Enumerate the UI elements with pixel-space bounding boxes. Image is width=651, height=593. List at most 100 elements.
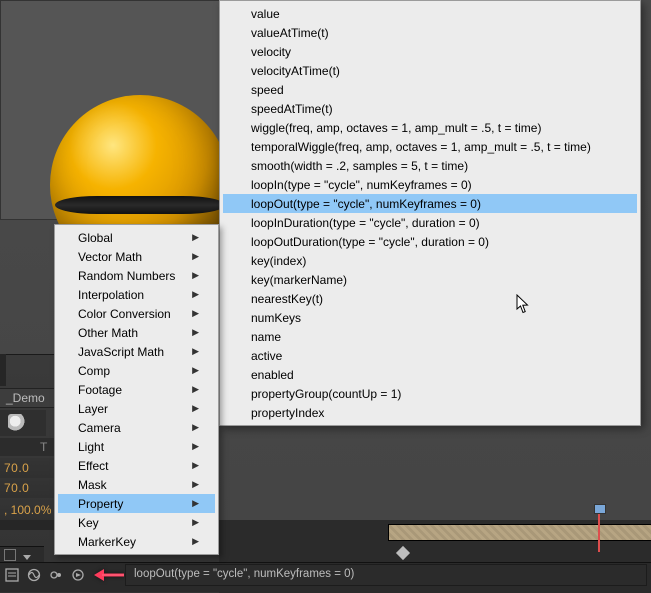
submenu-item[interactable]: speed	[223, 80, 637, 99]
menu-item-label: Layer	[78, 402, 108, 416]
submenu-item[interactable]: key(markerName)	[223, 270, 637, 289]
submenu-item-label: loopInDuration(type = "cycle", duration …	[251, 216, 480, 230]
submenu-arrow-icon: ▶	[192, 232, 199, 243]
menu-item-label: Comp	[78, 364, 110, 378]
submenu-item[interactable]: key(index)	[223, 251, 637, 270]
submenu-item-label: enabled	[251, 368, 294, 382]
submenu-item[interactable]: velocity	[223, 42, 637, 61]
annotation-arrow-icon	[92, 566, 126, 584]
menu-item-camera[interactable]: Camera▶	[58, 418, 215, 437]
submenu-item-label: loopOutDuration(type = "cycle", duration…	[251, 235, 489, 249]
submenu-property: value valueAtTime(t) velocity velocityAtTim…	[219, 0, 641, 426]
submenu-item[interactable]: smooth(width = .2, samples = 5, t = time…	[223, 156, 637, 175]
menu-item-interpolation[interactable]: Interpolation▶	[58, 285, 215, 304]
submenu-arrow-icon: ▶	[192, 460, 199, 471]
menu-item-light[interactable]: Light▶	[58, 437, 215, 456]
menu-item-color-conversion[interactable]: Color Conversion▶	[58, 304, 215, 323]
menu-item-label: Global	[78, 231, 113, 245]
menu-item-property[interactable]: Property▶	[58, 494, 215, 513]
expression-language-menu: Global▶Vector Math▶Random Numbers▶Interp…	[54, 224, 219, 555]
menu-item-javascript-math[interactable]: JavaScript Math▶	[58, 342, 215, 361]
property-value-row-2[interactable]: 70.0	[0, 478, 54, 498]
toggle-switches-box[interactable]	[4, 549, 16, 561]
dropdown-icon[interactable]	[23, 550, 31, 558]
submenu-item-label: numKeys	[251, 311, 301, 325]
menu-item-label: Effect	[78, 459, 108, 473]
submenu-item[interactable]: temporalWiggle(freq, amp, octaves = 1, a…	[223, 137, 637, 156]
menu-item-layer[interactable]: Layer▶	[58, 399, 215, 418]
submenu-item-label: propertyGroup(countUp = 1)	[251, 387, 401, 401]
submenu-arrow-icon: ▶	[192, 422, 199, 433]
submenu-item-label: key(markerName)	[251, 273, 347, 287]
menu-item-label: Random Numbers	[78, 269, 175, 283]
property-value-row-3[interactable]: , 100.0%	[0, 498, 54, 522]
menu-item-mask[interactable]: Mask ▶	[58, 475, 215, 494]
expression-graph-icon[interactable]	[26, 567, 42, 583]
submenu-item-label: speed	[251, 83, 284, 97]
submenu-item-label: active	[251, 349, 282, 363]
menu-item-footage[interactable]: Footage▶	[58, 380, 215, 399]
submenu-item[interactable]: name	[223, 327, 637, 346]
submenu-item[interactable]: speedAtTime(t)	[223, 99, 637, 118]
menu-item-label: Color Conversion	[78, 307, 171, 321]
submenu-item-label: wiggle(freq, amp, octaves = 1, amp_mult …	[251, 121, 541, 135]
menu-item-label: Key	[78, 516, 99, 530]
timeline-tab[interactable]: _Demo	[0, 388, 56, 408]
submenu-item[interactable]: loopOut(type = "cycle", numKeyframes = 0…	[223, 194, 637, 213]
submenu-arrow-icon: ▶	[192, 289, 199, 300]
menu-item-vector-math[interactable]: Vector Math ▶	[58, 247, 215, 266]
submenu-item-label: propertyIndex	[251, 406, 324, 420]
submenu-arrow-icon: ▶	[192, 327, 199, 338]
submenu-item[interactable]: numKeys	[223, 308, 637, 327]
submenu-item-label: velocityAtTime(t)	[251, 64, 340, 78]
submenu-item-label: speedAtTime(t)	[251, 102, 333, 116]
submenu-item-label: loopIn(type = "cycle", numKeyframes = 0)	[251, 178, 472, 192]
submenu-arrow-icon: ▶	[192, 365, 199, 376]
submenu-arrow-icon: ▶	[192, 479, 199, 490]
submenu-item-label: valueAtTime(t)	[251, 26, 329, 40]
panel-edge	[0, 354, 6, 386]
menu-item-label: Light	[78, 440, 104, 454]
submenu-arrow-icon: ▶	[192, 346, 199, 357]
menu-item-key[interactable]: Key▶	[58, 513, 215, 532]
submenu-arrow-icon: ▶	[192, 251, 199, 262]
menu-item-label: Vector Math	[78, 250, 142, 264]
submenu-item-label: nearestKey(t)	[251, 292, 323, 306]
brush-icon[interactable]	[8, 414, 26, 432]
current-time-indicator[interactable]	[598, 508, 600, 552]
submenu-item-label: loopOut(type = "cycle", numKeyframes = 0…	[251, 197, 481, 211]
expression-input[interactable]: loopOut(type = "cycle", numKeyframes = 0…	[125, 564, 647, 586]
submenu-item[interactable]: active	[223, 346, 637, 365]
menu-item-label: Mask	[78, 478, 107, 492]
submenu-item-label: value	[251, 7, 280, 21]
menu-item-markerkey[interactable]: MarkerKey▶	[58, 532, 215, 551]
expression-language-menu-icon[interactable]	[70, 567, 86, 583]
menu-item-random-numbers[interactable]: Random Numbers▶	[58, 266, 215, 285]
submenu-item[interactable]: propertyGroup(countUp = 1)	[223, 384, 637, 403]
submenu-item[interactable]: valueAtTime(t)	[223, 23, 637, 42]
submenu-item-label: name	[251, 330, 281, 344]
submenu-arrow-icon: ▶	[192, 536, 199, 547]
menu-item-global[interactable]: Global ▶	[58, 228, 215, 247]
submenu-item[interactable]: loopInDuration(type = "cycle", duration …	[223, 213, 637, 232]
menu-item-label: Other Math	[78, 326, 138, 340]
submenu-item[interactable]: loopIn(type = "cycle", numKeyframes = 0)	[223, 175, 637, 194]
menu-item-comp[interactable]: Comp ▶	[58, 361, 215, 380]
expression-toggle-icon[interactable]	[4, 567, 20, 583]
submenu-item[interactable]: loopOutDuration(type = "cycle", duration…	[223, 232, 637, 251]
submenu-item[interactable]: propertyIndex	[223, 403, 637, 422]
submenu-item-label: smooth(width = .2, samples = 5, t = time…	[251, 159, 468, 173]
submenu-item[interactable]: enabled	[223, 365, 637, 384]
submenu-item[interactable]: velocityAtTime(t)	[223, 61, 637, 80]
expression-controls	[0, 566, 126, 584]
layer-duration-bar[interactable]	[388, 524, 651, 541]
submenu-item[interactable]: nearestKey(t)	[223, 289, 637, 308]
property-value-row-1[interactable]: 70.0	[0, 458, 54, 478]
menu-item-effect[interactable]: Effect ▶	[58, 456, 215, 475]
expression-pickwhip-icon[interactable]	[48, 567, 64, 583]
submenu-item-label: velocity	[251, 45, 291, 59]
menu-item-label: Property	[78, 497, 123, 511]
menu-item-other-math[interactable]: Other Math ▶	[58, 323, 215, 342]
submenu-item[interactable]: value	[223, 4, 637, 23]
submenu-item[interactable]: wiggle(freq, amp, octaves = 1, amp_mult …	[223, 118, 637, 137]
